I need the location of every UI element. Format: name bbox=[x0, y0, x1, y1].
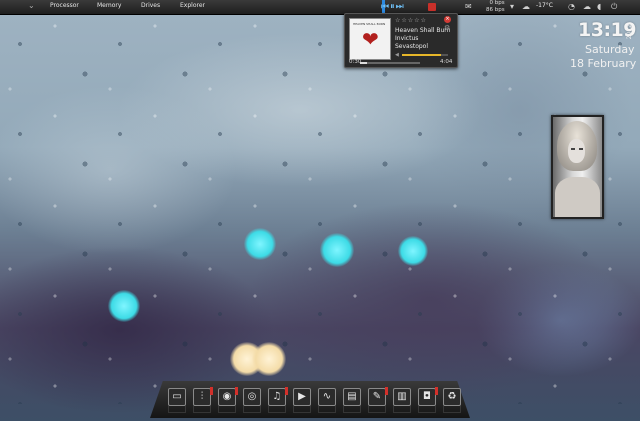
clock-date: 18 February bbox=[570, 57, 637, 70]
seek-fill bbox=[360, 62, 368, 64]
net-down: 0 bps bbox=[489, 0, 505, 6]
menu-explorer[interactable]: Explorer bbox=[180, 2, 205, 9]
dock-icon-reflection bbox=[268, 406, 286, 413]
album-art: HEAVEN SHALL BURN ❤ bbox=[349, 18, 391, 60]
weather-cloud-icon: ☁ bbox=[522, 2, 530, 11]
network-speed: 0 bps 86 bps bbox=[486, 0, 505, 14]
camera-icon[interactable]: ◘ bbox=[418, 387, 438, 406]
dock-icon-reflection bbox=[243, 406, 261, 413]
save-icon[interactable]: ▤ bbox=[343, 388, 361, 406]
dock-icon-reflection bbox=[418, 406, 436, 413]
record-icon[interactable]: ◎ bbox=[243, 388, 261, 406]
bokeh-light bbox=[398, 236, 428, 266]
mixer-icon[interactable]: ⫶ bbox=[193, 387, 213, 406]
clock-weekday: Saturday bbox=[585, 43, 635, 56]
dock-icon-reflection bbox=[393, 406, 411, 413]
power-icon[interactable]: ⏻ bbox=[611, 2, 617, 12]
photo-face bbox=[568, 139, 585, 163]
video-player-icon[interactable]: ▶ bbox=[293, 388, 311, 406]
rating-stars[interactable]: ☆☆☆☆☆ bbox=[395, 17, 427, 24]
heart-artwork-icon: ❤ bbox=[362, 27, 379, 51]
clock-year: 2012 bbox=[626, 24, 633, 40]
media-controls: ⏮ ⏸ ⏭ bbox=[381, 1, 404, 13]
notification-icon[interactable] bbox=[428, 3, 436, 11]
badge-indicator bbox=[385, 387, 388, 395]
album-art-text: HEAVEN SHALL BURN bbox=[353, 22, 386, 26]
volume-icon: ◀ bbox=[395, 52, 399, 58]
dock-icon-reflection bbox=[368, 406, 386, 413]
monitor-icon[interactable]: ▭ bbox=[168, 388, 186, 406]
badge-indicator bbox=[210, 387, 213, 395]
photo-eye bbox=[571, 148, 575, 150]
settings-gear-icon[interactable]: ⚙ bbox=[444, 25, 450, 32]
badge-indicator bbox=[435, 387, 438, 395]
net-up: 86 bps bbox=[486, 7, 505, 13]
dock-icon-reflection bbox=[293, 406, 311, 413]
bokeh-light bbox=[108, 290, 140, 322]
photo-eye bbox=[579, 148, 583, 150]
menu-drives[interactable]: Drives bbox=[141, 2, 160, 9]
network-menu-icon[interactable]: ▾ bbox=[510, 2, 514, 12]
volume-icon[interactable]: ◖ bbox=[597, 2, 601, 12]
bokeh-light bbox=[244, 228, 276, 260]
badge-indicator bbox=[285, 387, 288, 395]
photo-frame-widget[interactable] bbox=[551, 115, 604, 219]
volume-slider[interactable] bbox=[402, 54, 448, 56]
mail-icon[interactable]: ✉ bbox=[465, 2, 472, 12]
volume-fill bbox=[402, 54, 442, 56]
archive-icon[interactable]: ▥ bbox=[393, 388, 411, 406]
skip-back-icon[interactable]: ⏮ bbox=[381, 1, 389, 13]
skip-forward-icon[interactable]: ⏭ bbox=[396, 1, 404, 13]
dock-icon-reflection bbox=[343, 406, 361, 413]
notes-icon[interactable]: ✎ bbox=[368, 387, 388, 406]
disc-icon[interactable]: ◉ bbox=[218, 387, 238, 406]
wifi-icon[interactable]: ◔ bbox=[568, 2, 575, 12]
panel-menu-chevron-icon[interactable]: ⌄ bbox=[28, 1, 35, 10]
bokeh-light bbox=[320, 233, 354, 267]
track-title: Heaven Shall Burn bbox=[395, 27, 451, 34]
dock-icon-reflection bbox=[168, 406, 186, 413]
seek-bar[interactable] bbox=[360, 62, 420, 64]
dock-reflection bbox=[168, 406, 461, 414]
pause-icon[interactable]: ⏸ bbox=[390, 1, 395, 13]
music-note-icon[interactable]: ♫ bbox=[268, 387, 288, 406]
track-artist: Invictus bbox=[395, 35, 419, 42]
menu-memory[interactable]: Memory bbox=[97, 2, 121, 9]
dock-icon-reflection bbox=[443, 406, 461, 413]
menu-processor[interactable]: Processor bbox=[50, 2, 79, 9]
dock-icon-reflection bbox=[218, 406, 236, 413]
activity-monitor-icon[interactable]: ∿ bbox=[318, 388, 336, 406]
cloud-icon[interactable]: ☁ bbox=[583, 2, 591, 12]
badge-indicator bbox=[235, 387, 238, 395]
dock-icon-reflection bbox=[318, 406, 336, 413]
total-time: 4:04 bbox=[440, 59, 453, 65]
recycle-icon[interactable]: ♻ bbox=[443, 388, 461, 406]
bokeh-light bbox=[252, 342, 286, 376]
dock-icons: ▭ ⫶ ◉ ◎ ♫ ▶ ∿ ▤ ✎ ▥ ◘ ♻ bbox=[168, 387, 461, 406]
photo-shoulder bbox=[555, 177, 600, 217]
dock-icon-reflection bbox=[193, 406, 211, 413]
track-album: Sevastopol bbox=[395, 43, 429, 50]
raindrops-overlay bbox=[0, 14, 640, 404]
temperature: -17°C bbox=[536, 2, 553, 9]
close-icon[interactable]: × bbox=[444, 16, 451, 23]
top-panel: ⌄ Processor Memory Drives Explorer ⏮ ⏸ ⏭… bbox=[0, 0, 640, 15]
music-player-widget: HEAVEN SHALL BURN ❤ ☆☆☆☆☆ Heaven Shall B… bbox=[344, 13, 458, 68]
